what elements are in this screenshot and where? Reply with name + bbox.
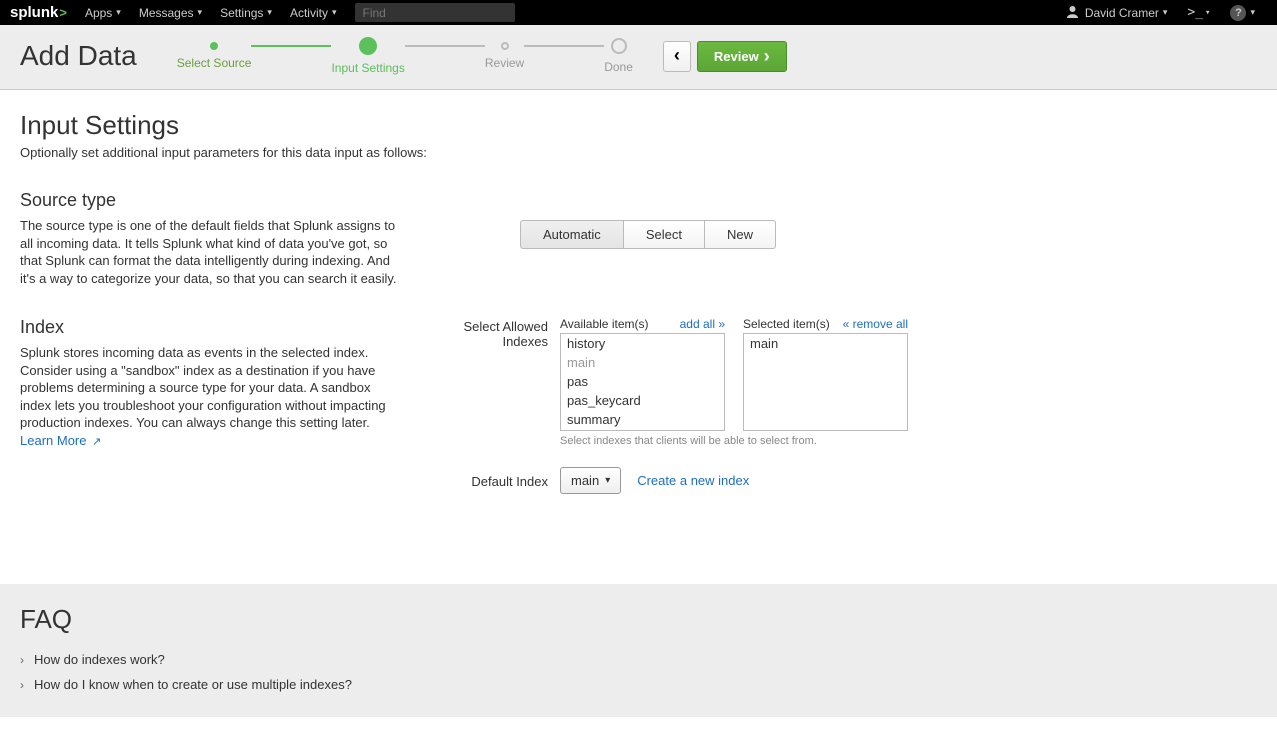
logo[interactable]: splunk> [10, 4, 67, 21]
wizard-header: Add Data Select Source Input Settings Re… [0, 25, 1277, 90]
available-list[interactable]: history main pas pas_keycard summary [560, 333, 725, 431]
learn-more-link[interactable]: Learn More ↗ [20, 433, 101, 448]
list-item[interactable]: history [561, 334, 724, 353]
step-input-settings[interactable]: Input Settings [331, 37, 404, 75]
step-review[interactable]: Review [485, 42, 524, 70]
list-item[interactable]: main [744, 334, 907, 353]
remove-all-link[interactable]: « remove all [843, 317, 908, 331]
user-menu[interactable]: David Cramer▾ [1066, 5, 1168, 21]
page-title: Add Data [20, 40, 137, 72]
chevron-left-icon [674, 49, 680, 64]
user-icon [1066, 5, 1079, 21]
faq-item[interactable]: › How do indexes work? [20, 647, 1257, 672]
available-label: Available item(s) [560, 317, 648, 331]
default-index-label: Default Index [440, 472, 560, 489]
section-subheading: Optionally set additional input paramete… [20, 145, 1257, 160]
nav-apps[interactable]: Apps▾ [85, 6, 121, 20]
source-type-heading: Source type [20, 190, 400, 211]
stepper: Select Source Input Settings Review Done [177, 37, 633, 75]
source-type-select[interactable]: Select [624, 220, 705, 249]
faq-heading: FAQ [20, 604, 1257, 635]
external-link-icon: ↗ [92, 436, 101, 448]
list-item[interactable]: pas_keycard [561, 391, 724, 410]
selected-label: Selected item(s) [743, 317, 830, 331]
chevron-right-icon: › [20, 678, 24, 692]
nav-settings[interactable]: Settings▾ [220, 6, 272, 20]
source-type-toggle: Automatic Select New [520, 220, 776, 249]
nav-activity[interactable]: Activity▾ [290, 6, 337, 20]
index-desc: Splunk stores incoming data as events in… [20, 344, 400, 450]
indexes-helper-text: Select indexes that clients will be able… [560, 435, 908, 447]
index-heading: Index [20, 317, 400, 338]
source-type-automatic[interactable]: Automatic [520, 220, 624, 249]
nav-messages[interactable]: Messages▾ [139, 6, 202, 20]
default-index-dropdown[interactable]: main▾ [560, 467, 621, 494]
section-heading: Input Settings [20, 110, 1257, 141]
chevron-down-icon: ▾ [605, 475, 610, 486]
step-select-source[interactable]: Select Source [177, 42, 252, 70]
step-done[interactable]: Done [604, 38, 633, 74]
terminal-icon[interactable]: >_▾ [1187, 5, 1210, 20]
back-button[interactable] [663, 41, 691, 72]
help-icon: ? [1230, 5, 1246, 21]
add-all-link[interactable]: add all » [680, 317, 725, 331]
global-search-input[interactable] [355, 3, 515, 22]
help-menu[interactable]: ?▾ [1230, 5, 1255, 21]
create-index-link[interactable]: Create a new index [637, 473, 749, 488]
list-item[interactable]: summary [561, 410, 724, 429]
source-type-new[interactable]: New [705, 220, 776, 249]
selected-list[interactable]: main [743, 333, 908, 431]
faq-section: FAQ › How do indexes work? › How do I kn… [0, 584, 1277, 717]
faq-item[interactable]: › How do I know when to create or use mu… [20, 672, 1257, 697]
list-item[interactable]: main [561, 353, 724, 372]
list-item[interactable]: pas [561, 372, 724, 391]
top-nav: splunk> Apps▾ Messages▾ Settings▾ Activi… [0, 0, 1277, 25]
chevron-right-icon: › [20, 653, 24, 667]
review-button[interactable]: Review [697, 41, 787, 72]
allowed-indexes-label: Select Allowed Indexes [440, 317, 560, 447]
source-type-desc: The source type is one of the default fi… [20, 217, 400, 287]
